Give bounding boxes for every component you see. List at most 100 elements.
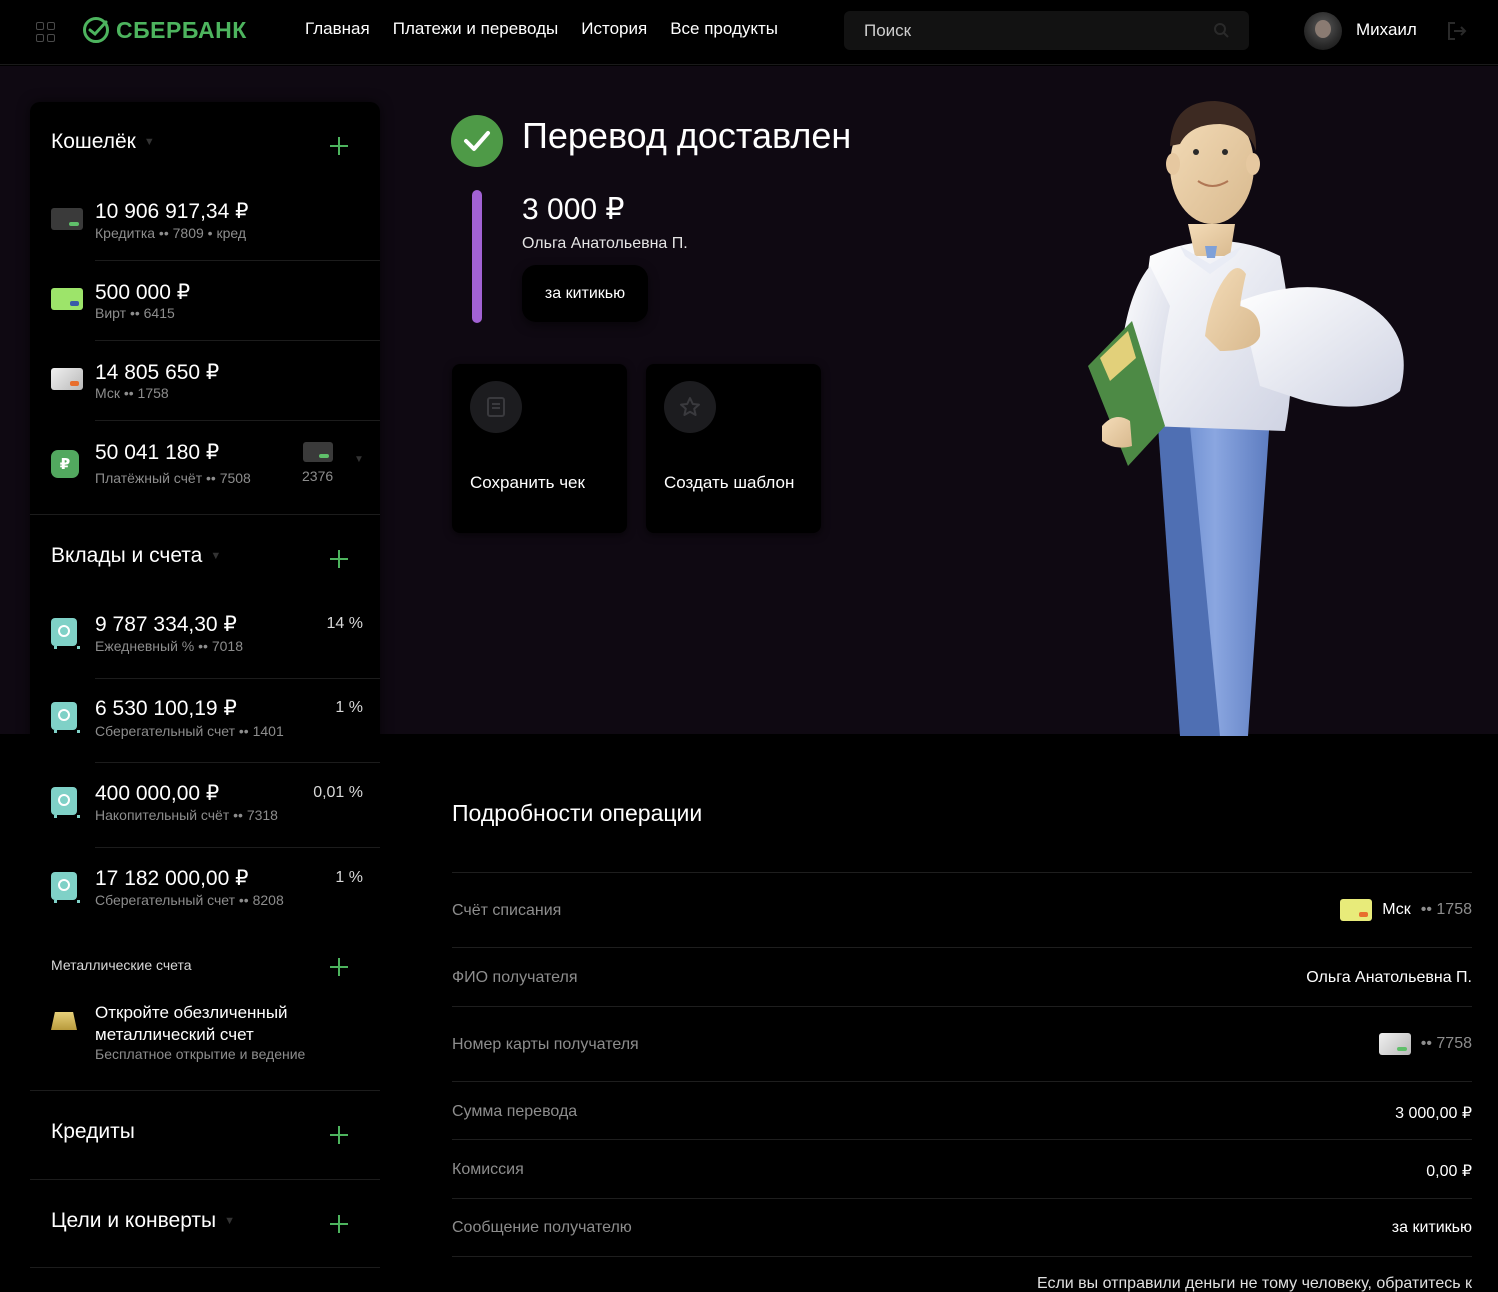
goals-title[interactable]: Цели и конверты ▼ — [51, 1209, 235, 1233]
deposit-rate: 0,01 % — [313, 784, 363, 801]
divider — [95, 847, 380, 848]
account-amount[interactable]: 14 805 650 ₽ — [95, 360, 219, 385]
transfer-amount: 3 000 ₽ — [522, 193, 625, 226]
account-name: Мск — [1382, 901, 1411, 918]
details-row: ФИО получателя Ольга Анатольевна П. — [452, 947, 1472, 1006]
receipt-icon — [470, 381, 522, 433]
chevron-down-icon: ▼ — [210, 550, 222, 563]
add-goal-button[interactable] — [329, 1214, 349, 1234]
safe-icon — [51, 702, 80, 733]
divider — [95, 678, 380, 679]
wrong-recipient-note: Если вы отправили деньги не тому человек… — [1036, 1275, 1472, 1292]
message-bubble: за китикью — [522, 265, 648, 322]
section-divider — [30, 514, 380, 515]
account-sub: Платёжный счёт •• 7508 — [95, 470, 251, 486]
metal-accounts-title: Металлические счета — [51, 957, 192, 973]
logo-text: СБЕРБАНК — [116, 16, 247, 43]
page-title: Перевод доставлен — [522, 115, 852, 156]
success-check-icon — [451, 115, 503, 167]
account-sub: Мск •• 1758 — [95, 385, 169, 401]
card-number: •• 7758 — [1420, 1035, 1472, 1052]
sber-logo-icon — [83, 17, 109, 43]
deposit-rate: 1 % — [335, 869, 363, 886]
character-illustration — [1088, 101, 1404, 736]
detail-label: ФИО получателя — [452, 969, 578, 986]
divider — [95, 260, 380, 261]
deposit-amount[interactable]: 17 182 000,00 ₽ — [95, 866, 249, 891]
detail-label: Сумма перевода — [452, 1103, 578, 1120]
details-row: Комиссия 0,00 ₽ — [452, 1139, 1472, 1198]
details-row: Сумма перевода 3 000,00 ₽ — [452, 1081, 1472, 1139]
deposit-amount[interactable]: 6 530 100,19 ₽ — [95, 696, 237, 721]
deposit-sub: Ежедневный % •• 7018 — [95, 638, 243, 654]
account-amount[interactable]: 10 906 917,34 ₽ — [95, 199, 249, 224]
search-box — [844, 11, 1249, 50]
safe-icon — [51, 872, 80, 903]
divider — [95, 762, 380, 763]
detail-value: 3 000,00 ₽ — [1395, 1105, 1472, 1122]
card-icon — [51, 368, 83, 390]
search-icon[interactable] — [1213, 22, 1229, 38]
nav-home[interactable]: Главная — [305, 19, 370, 39]
detail-value: Мск •• 1758 — [1340, 899, 1472, 921]
linked-card-icon[interactable] — [303, 442, 333, 462]
apps-grid-icon[interactable] — [36, 22, 56, 42]
search-input[interactable] — [844, 11, 1249, 50]
divider — [95, 340, 380, 341]
details-row: Сообщение получателю за китикью — [452, 1198, 1472, 1256]
chevron-down-icon: ▼ — [143, 136, 155, 149]
add-credit-button[interactable] — [329, 1125, 349, 1145]
detail-value: 0,00 ₽ — [1426, 1163, 1472, 1180]
logout-icon[interactable] — [1447, 22, 1467, 40]
details-row: Номер карты получателя •• 7758 — [452, 1006, 1472, 1081]
account-amount[interactable]: 500 000 ₽ — [95, 280, 190, 305]
chevron-down-icon[interactable]: ▼ — [354, 454, 364, 465]
add-wallet-button[interactable] — [329, 136, 349, 156]
safe-icon — [51, 618, 80, 649]
goals-title-text: Цели и конверты — [51, 1209, 217, 1232]
user-name[interactable]: Михаил — [1356, 20, 1417, 40]
top-header: СБЕРБАНК Главная Платежи и переводы Исто… — [0, 0, 1498, 65]
deposit-sub: Сберегательный счет •• 1401 — [95, 723, 284, 739]
deposit-rate: 14 % — [326, 615, 363, 632]
sidebar: Кошелёк ▼ 10 906 917,34 ₽ Кредитка •• 780… — [30, 102, 380, 1292]
detail-label: Сообщение получателю — [452, 1219, 632, 1236]
card-icon — [1340, 899, 1373, 921]
avatar[interactable] — [1304, 12, 1342, 50]
deposits-title[interactable]: Вклады и счета ▼ — [51, 544, 221, 568]
recipient-name: Ольга Анатольевна П. — [522, 235, 688, 252]
account-amount[interactable]: 50 041 180 ₽ — [95, 440, 219, 465]
action-label: Создать шаблон — [664, 473, 795, 492]
add-metal-button[interactable] — [329, 957, 349, 977]
virtual-card-icon — [51, 288, 83, 310]
section-divider — [30, 1267, 380, 1268]
save-receipt-button[interactable]: Сохранить чек — [452, 364, 627, 533]
details-title: Подробности операции — [452, 800, 703, 826]
sberbank-logo[interactable]: СБЕРБАНК — [82, 16, 247, 44]
account-sub: Вирт •• 6415 — [95, 305, 175, 321]
credits-title[interactable]: Кредиты — [51, 1120, 135, 1144]
detail-label: Счёт списания — [452, 902, 562, 919]
add-deposit-button[interactable] — [329, 549, 349, 569]
deposit-rate: 1 % — [335, 699, 363, 716]
credit-card-icon — [51, 208, 83, 230]
linked-card-number: 2376 — [302, 468, 334, 484]
chevron-down-icon: ▼ — [224, 1215, 236, 1228]
deposit-amount[interactable]: 400 000,00 ₽ — [95, 781, 219, 806]
deposit-amount[interactable]: 9 787 334,30 ₽ — [95, 612, 237, 637]
nav-history[interactable]: История — [581, 19, 647, 39]
wallet-title[interactable]: Кошелёк ▼ — [51, 130, 155, 154]
create-template-button[interactable]: Создать шаблон — [646, 364, 821, 533]
wallet-title-text: Кошелёк — [51, 130, 136, 153]
deposit-sub: Накопительный счёт •• 7318 — [95, 807, 278, 823]
deposit-sub: Сберегательный счет •• 8208 — [95, 892, 284, 908]
deposits-title-text: Вклады и счета — [51, 544, 203, 567]
metal-promo-text[interactable]: Откройте обезличенный металлический счет — [95, 1002, 335, 1046]
nav-payments[interactable]: Платежи и переводы — [393, 19, 559, 39]
account-sub: Кредитка •• 7809 • кред — [95, 225, 247, 241]
card-icon — [1378, 1033, 1411, 1055]
nav-all-products[interactable]: Все продукты — [670, 19, 778, 39]
safe-icon — [51, 787, 80, 818]
section-divider — [30, 1090, 380, 1091]
detail-value: Ольга Анатольевна П. — [1306, 969, 1472, 986]
